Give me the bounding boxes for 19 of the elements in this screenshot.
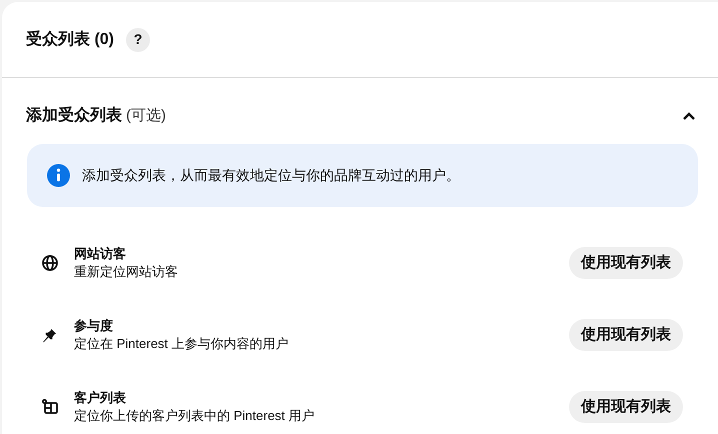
help-button[interactable]: ? — [126, 28, 150, 52]
optional-label: (可选) — [126, 106, 166, 126]
chevron-up-icon[interactable] — [682, 111, 696, 121]
info-text: 添加受众列表，从而最有效地定位与你的品牌互动过的用户。 — [82, 166, 460, 185]
info-icon — [47, 164, 70, 187]
board-icon — [42, 399, 59, 415]
globe-icon — [42, 255, 58, 271]
item-description: 定位你上传的客户列表中的 Pinterest 用户 — [74, 407, 316, 425]
pushpin-icon — [42, 328, 57, 342]
card-title: 受众列表 (0) — [26, 29, 114, 50]
use-existing-list-button[interactable]: 使用现有列表 — [569, 247, 683, 279]
use-existing-list-button[interactable]: 使用现有列表 — [569, 391, 683, 423]
item-title: 客户列表 — [74, 389, 127, 407]
item-description: 定位在 Pinterest 上参与你内容的用户 — [74, 335, 290, 353]
item-description: 重新定位网站访客 — [74, 263, 179, 281]
item-title: 参与度 — [74, 317, 114, 335]
use-existing-list-button[interactable]: 使用现有列表 — [569, 319, 683, 351]
section-title: 添加受众列表 — [26, 105, 122, 126]
item-title: 网站访客 — [74, 245, 127, 263]
